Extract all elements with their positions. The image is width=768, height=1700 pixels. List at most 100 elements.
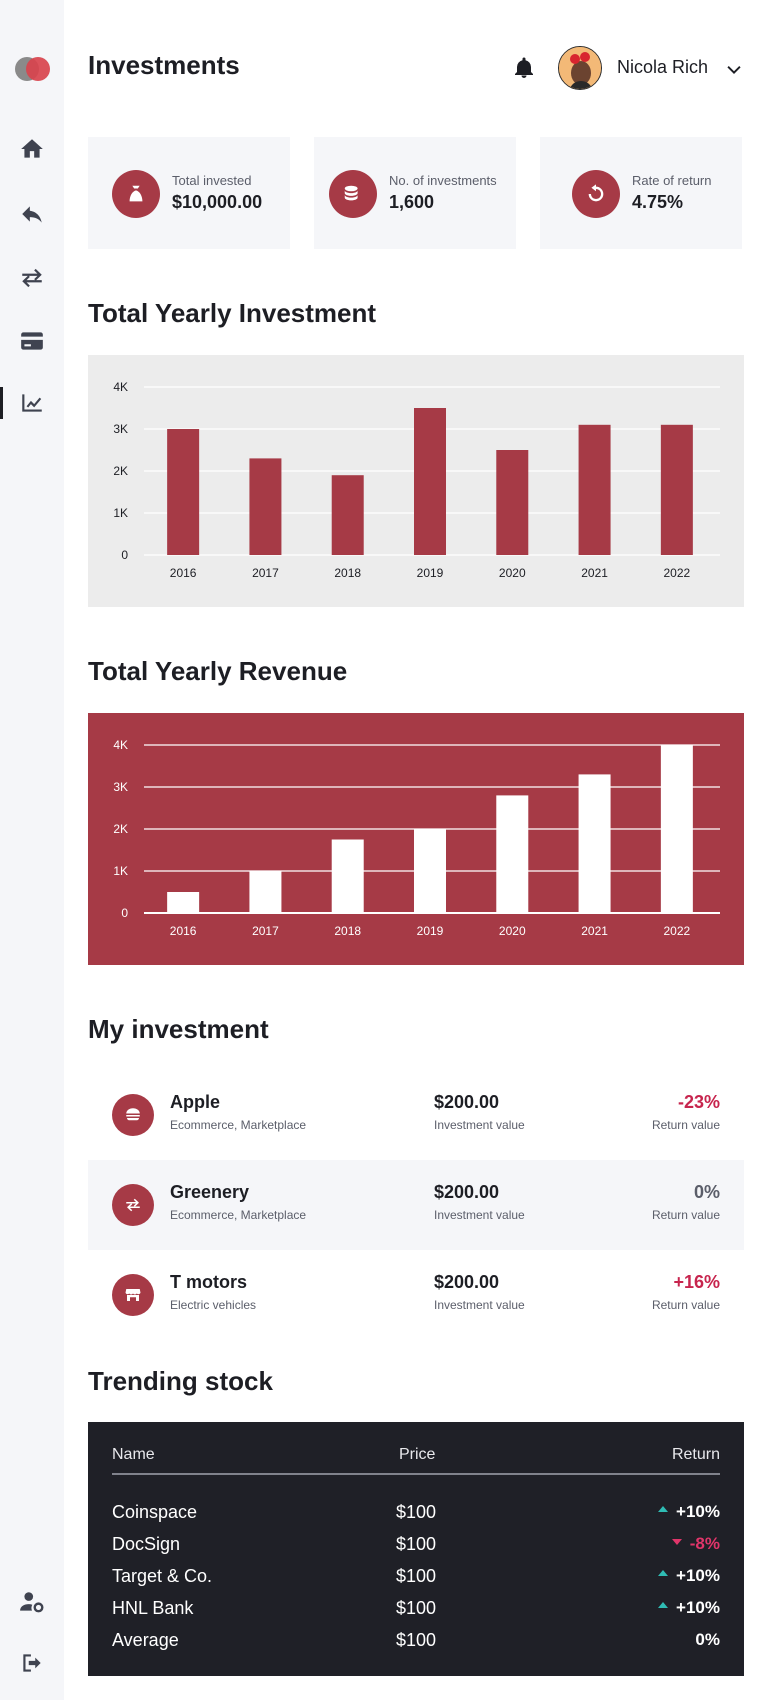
- investment-value: $200.00: [434, 1182, 500, 1202]
- stock-return: +10%: [658, 1502, 720, 1522]
- stock-return: +10%: [658, 1566, 720, 1586]
- stock-return: +10%: [658, 1598, 720, 1618]
- bar-2022: [660, 424, 693, 555]
- column-header-name[interactable]: Name: [112, 1446, 155, 1464]
- x-tick-label: 2017: [252, 566, 279, 580]
- money-bag-icon: [112, 170, 160, 218]
- coins-icon: [329, 170, 377, 218]
- y-tick-label: 3K: [113, 780, 128, 794]
- x-tick-label: 2020: [499, 566, 526, 580]
- return-value: +16%: [673, 1272, 720, 1292]
- x-tick-label: 2021: [581, 566, 608, 580]
- y-tick-label: 0: [121, 906, 128, 920]
- avatar[interactable]: [558, 46, 602, 90]
- reply-icon[interactable]: [0, 194, 64, 234]
- stock-price: $100: [396, 1566, 437, 1586]
- y-tick-label: 0: [121, 548, 128, 562]
- trend-down-icon: [671, 1539, 682, 1545]
- x-tick-label: 2018: [334, 924, 361, 938]
- y-tick-label: 4K: [113, 738, 128, 752]
- investment-value: $200.00: [434, 1272, 500, 1292]
- investment-category: Ecommerce, Marketplace: [170, 1118, 307, 1132]
- y-tick-label: 1K: [113, 506, 128, 520]
- investment-bar-chart: 0 1K 2K 3K 4K 2016 2017 2018 2019 2020 2021 2022: [88, 355, 744, 607]
- stat-card-rate-of-return: Rate of return 4.75%: [540, 137, 742, 249]
- return-value: 0%: [693, 1182, 720, 1202]
- x-tick-label: 2020: [499, 924, 526, 938]
- trend-up-icon: [658, 1602, 669, 1608]
- bar-2018: [331, 839, 364, 913]
- investment-row-apple[interactable]: Apple Ecommerce, Marketplace $200.00 Inv…: [88, 1070, 744, 1160]
- investment-row-t-motors[interactable]: T motors Electric vehicles $200.00 Inves…: [88, 1250, 744, 1340]
- page-title: Investments: [88, 50, 240, 80]
- investment-chart-svg: 0 1K 2K 3K 4K 2016 2017 2018 2019 2020 2021 2022: [88, 355, 744, 607]
- bar-2022: [660, 745, 693, 913]
- stock-name: HNL Bank: [112, 1598, 194, 1618]
- header-divider: [112, 1473, 720, 1475]
- y-tick-label: 2K: [113, 822, 128, 836]
- stat-value: 4.75%: [632, 192, 684, 212]
- section-title-trending-stock: Trending stock: [88, 1366, 273, 1396]
- stat-card-investments-count: No. of investments 1,600: [314, 137, 516, 249]
- x-tick-label: 2019: [417, 566, 444, 580]
- logo[interactable]: [15, 57, 51, 81]
- chevron-down-icon[interactable]: [725, 60, 743, 78]
- bar-2019: [414, 408, 446, 555]
- section-title-yearly-revenue: Total Yearly Revenue: [88, 656, 348, 686]
- stat-value: 1,600: [389, 192, 435, 212]
- return-value: -23%: [677, 1092, 720, 1112]
- x-tick-label: 2016: [170, 924, 197, 938]
- stat-label: Rate of return: [632, 173, 712, 188]
- section-title-my-investment: My investment: [88, 1014, 269, 1044]
- bar-2021: [578, 424, 611, 555]
- investment-value-label: Investment value: [434, 1118, 525, 1132]
- chart-line-icon[interactable]: [0, 383, 64, 423]
- burger-icon: [112, 1094, 154, 1136]
- y-tick-label: 4K: [113, 380, 128, 394]
- bar-2020: [496, 450, 529, 555]
- x-tick-label: 2016: [170, 566, 197, 580]
- logout-icon[interactable]: [0, 1643, 64, 1683]
- stock-name: Coinspace: [112, 1502, 198, 1522]
- sidebar: [0, 0, 64, 1700]
- bell-icon[interactable]: [512, 56, 536, 80]
- investment-name: Apple: [170, 1092, 221, 1112]
- trend-up-icon: [658, 1570, 669, 1576]
- x-tick-label: 2022: [664, 924, 691, 938]
- rotate-icon: [572, 170, 620, 218]
- stock-return: 0%: [695, 1630, 720, 1649]
- investment-value: $200.00: [434, 1092, 500, 1112]
- return-value-label: Return value: [651, 1298, 720, 1312]
- section-title-yearly-investment: Total Yearly Investment: [88, 298, 377, 328]
- credit-card-icon[interactable]: [0, 321, 64, 361]
- bar-2016: [167, 429, 200, 555]
- user-settings-icon[interactable]: [0, 1582, 64, 1622]
- user-name[interactable]: Nicola Rich: [617, 57, 708, 78]
- bar-2017: [249, 871, 282, 913]
- transfer-icon[interactable]: [0, 258, 64, 298]
- y-tick-label: 3K: [113, 422, 128, 436]
- trending-stock-table: Name Price Return Coinspace $100 +10% Do…: [88, 1422, 744, 1676]
- y-tick-label: 2K: [113, 464, 128, 478]
- x-tick-label: 2019: [417, 924, 444, 938]
- home-icon[interactable]: [0, 129, 64, 169]
- x-tick-label: 2022: [664, 566, 691, 580]
- stock-return: -8%: [671, 1534, 720, 1554]
- y-tick-label: 1K: [113, 864, 128, 878]
- bar-2018: [331, 475, 364, 555]
- x-tick-label: 2018: [334, 566, 361, 580]
- stock-price: $100: [396, 1598, 437, 1618]
- investment-row-greenery[interactable]: Greenery Ecommerce, Marketplace $200.00 …: [88, 1160, 744, 1250]
- bar-2017: [249, 458, 282, 555]
- bar-2019: [414, 829, 446, 913]
- column-header-price[interactable]: Price: [399, 1446, 435, 1464]
- investment-name: T motors: [170, 1272, 248, 1292]
- trend-up-icon: [658, 1506, 669, 1512]
- investment-category: Electric vehicles: [170, 1298, 257, 1312]
- x-tick-label: 2021: [581, 924, 608, 938]
- stock-name: Average: [112, 1630, 179, 1650]
- stat-label: No. of investments: [389, 173, 497, 188]
- column-header-return[interactable]: Return: [672, 1446, 720, 1464]
- investment-value-label: Investment value: [434, 1298, 525, 1312]
- stock-name: DocSign: [112, 1534, 181, 1554]
